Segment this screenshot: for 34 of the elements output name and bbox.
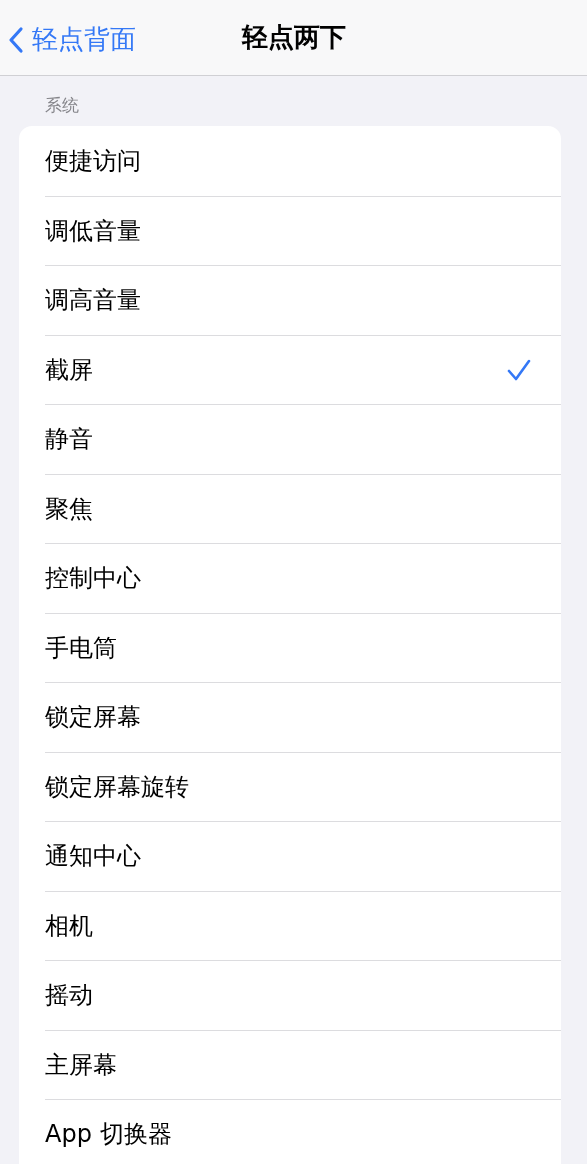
option-label: 通知中心 bbox=[45, 841, 141, 873]
option-row[interactable]: 主屏幕 bbox=[45, 1029, 561, 1099]
option-label: 主屏幕 bbox=[45, 1049, 117, 1081]
option-label: 便捷访问 bbox=[45, 145, 141, 177]
option-row[interactable]: 控制中心 bbox=[45, 543, 561, 613]
option-row[interactable]: 聚焦 bbox=[45, 473, 561, 543]
option-label: 摇动 bbox=[45, 980, 93, 1012]
option-row[interactable]: 调低音量 bbox=[45, 195, 561, 265]
option-row[interactable]: App 切换器 bbox=[45, 1099, 561, 1164]
option-label: App 切换器 bbox=[45, 1119, 172, 1151]
option-row[interactable]: 静音 bbox=[45, 404, 561, 474]
option-row[interactable]: 便捷访问 bbox=[45, 126, 561, 196]
option-label: 锁定屏幕旋转 bbox=[45, 771, 189, 803]
option-row[interactable]: 手电筒 bbox=[45, 612, 561, 682]
option-row[interactable]: 调高音量 bbox=[45, 265, 561, 335]
option-label: 锁定屏幕 bbox=[45, 702, 141, 734]
option-row[interactable]: 通知中心 bbox=[45, 821, 561, 891]
option-label: 控制中心 bbox=[45, 563, 141, 595]
option-label: 相机 bbox=[45, 910, 93, 942]
option-row[interactable]: 锁定屏幕旋转 bbox=[45, 751, 561, 821]
back-button[interactable]: 轻点背面 bbox=[8, 22, 136, 57]
option-label: 调低音量 bbox=[45, 215, 141, 247]
option-row[interactable]: 锁定屏幕 bbox=[45, 682, 561, 752]
section-header: 系统 bbox=[44, 94, 80, 117]
option-row[interactable]: 摇动 bbox=[45, 960, 561, 1030]
option-label: 静音 bbox=[45, 424, 93, 456]
page-title: 轻点两下 bbox=[241, 21, 346, 54]
option-row[interactable]: 相机 bbox=[45, 890, 561, 960]
option-label: 截屏 bbox=[45, 354, 93, 386]
option-label: 手电筒 bbox=[45, 632, 117, 664]
option-row[interactable]: 截屏 bbox=[45, 334, 561, 404]
option-label: 聚焦 bbox=[45, 493, 93, 525]
option-label: 调高音量 bbox=[45, 285, 141, 317]
chevron-left-icon bbox=[8, 25, 24, 54]
